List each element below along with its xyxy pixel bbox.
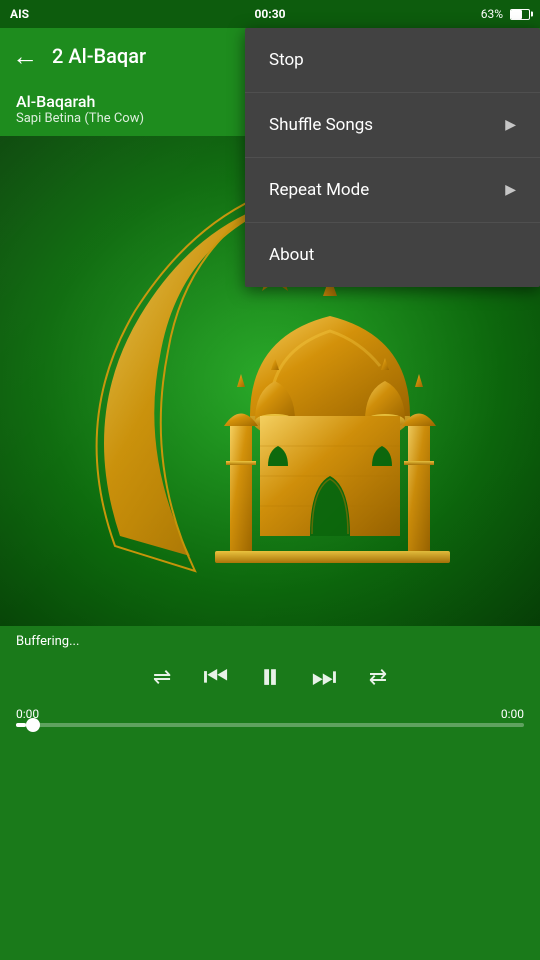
time-row: 0:00 0:00 [16, 707, 524, 721]
menu-repeat-label: Repeat Mode [269, 180, 369, 200]
shuffle-button[interactable]: ⇌ [153, 665, 171, 690]
menu-shuffle-label: Shuffle Songs [269, 115, 373, 135]
shuffle-arrow-icon: ▶ [505, 117, 516, 133]
menu-item-repeat[interactable]: Repeat Mode ▶ [245, 158, 540, 223]
repeat-arrow-icon: ▶ [505, 182, 516, 198]
status-bar: AIS 00:30 63% [0, 0, 540, 28]
player-section: Buffering... ⇌ ⏮ ⏸ ⏭ ⇄ 0:00 0:00 [0, 626, 540, 733]
carrier-signal: AIS [10, 7, 29, 21]
menu-item-about[interactable]: About [245, 223, 540, 287]
progress-thumb[interactable] [26, 718, 40, 732]
next-button[interactable]: ⏭ [312, 660, 337, 694]
controls-row: ⇌ ⏮ ⏸ ⏭ ⇄ [16, 655, 524, 699]
prev-button[interactable]: ⏮ [203, 660, 228, 694]
menu-about-label: About [269, 245, 314, 265]
buffering-status: Buffering... [16, 634, 524, 649]
time-total: 0:00 [501, 707, 524, 721]
progress-fill [16, 723, 26, 727]
pause-button[interactable]: ⏸ [260, 655, 279, 699]
progress-bar[interactable] [16, 723, 524, 727]
toolbar-title: 2 Al-Baqar [52, 44, 146, 68]
battery-percent: 63% [481, 7, 503, 21]
clock: 00:30 [255, 7, 286, 21]
context-menu: Stop Shuffle Songs ▶ Repeat Mode ▶ About [245, 28, 540, 287]
status-right: 63% [481, 7, 530, 21]
repeat-button[interactable]: ⇄ [369, 665, 387, 690]
back-button[interactable]: ← [12, 41, 38, 72]
menu-item-stop[interactable]: Stop [245, 28, 540, 93]
menu-stop-label: Stop [269, 50, 304, 70]
battery-icon [510, 9, 530, 20]
menu-item-shuffle[interactable]: Shuffle Songs ▶ [245, 93, 540, 158]
